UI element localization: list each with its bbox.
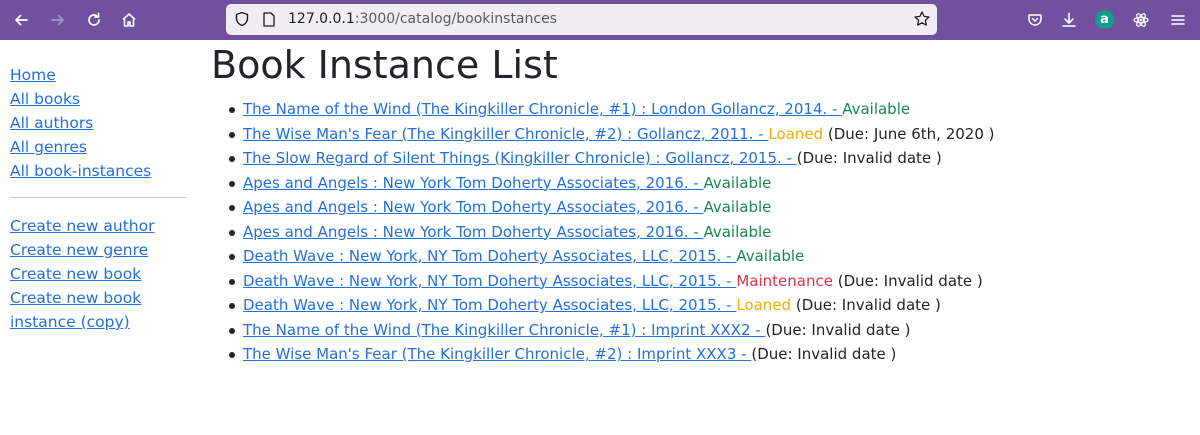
book-instance-link[interactable]: The Wise Man's Fear (The Kingkiller Chro… xyxy=(243,125,768,143)
forward-arrow-icon[interactable] xyxy=(44,6,72,34)
sidebar-divider xyxy=(10,197,187,198)
sidebar-link-all-authors[interactable]: All authors xyxy=(10,111,187,135)
book-instance-link[interactable]: Apes and Angels : New York Tom Doherty A… xyxy=(243,198,703,216)
book-instance-link[interactable]: The Name of the Wind (The Kingkiller Chr… xyxy=(243,321,765,339)
back-arrow-icon[interactable] xyxy=(7,6,35,34)
sidebar-link-create-genre[interactable]: Create new genre xyxy=(10,238,187,262)
due-date: (Due: Invalid date ) xyxy=(791,296,941,314)
list-item: Death Wave : New York, NY Tom Doherty As… xyxy=(229,293,995,318)
reload-icon[interactable] xyxy=(80,6,108,34)
status-maintenance: Maintenance xyxy=(736,271,833,290)
status-available: Available xyxy=(703,173,772,192)
sidebar-nav: Home All books All authors All genres Al… xyxy=(10,63,187,334)
status-available: Available xyxy=(703,198,772,216)
home-icon[interactable] xyxy=(115,6,143,34)
list-item: Apes and Angels : New York Tom Doherty A… xyxy=(229,171,995,196)
due-date: (Due: Invalid date ) xyxy=(765,320,911,339)
sidebar-link-all-book-instances[interactable]: All book-instances xyxy=(10,159,187,183)
sidebar-link-home[interactable]: Home xyxy=(10,63,187,87)
status-available: Available xyxy=(736,247,805,265)
book-instance-link[interactable]: Apes and Angels : New York Tom Doherty A… xyxy=(243,174,703,192)
list-item: Apes and Angels : New York Tom Doherty A… xyxy=(229,220,995,245)
page-icon xyxy=(263,12,275,27)
sidebar-link-create-author[interactable]: Create new author xyxy=(10,214,187,238)
status-loaned: Loaned xyxy=(736,296,792,314)
bookmark-star-icon[interactable] xyxy=(913,10,931,28)
account-avatar-icon[interactable]: a xyxy=(1095,10,1114,29)
book-instance-link[interactable]: The Wise Man's Fear (The Kingkiller Chro… xyxy=(243,345,751,363)
shield-icon[interactable] xyxy=(234,11,250,27)
page-title: Book Instance List xyxy=(211,43,558,87)
due-date: (Due: Invalid date ) xyxy=(832,271,983,290)
book-instance-link[interactable]: The Slow Regard of Silent Things (Kingki… xyxy=(243,149,797,167)
list-item: The Name of the Wind (The Kingkiller Chr… xyxy=(229,318,995,343)
react-devtools-icon[interactable] xyxy=(1127,6,1155,34)
url-text[interactable]: 127.0.0.1:3000/catalog/bookinstances xyxy=(288,11,557,27)
book-instance-link[interactable]: Death Wave : New York, NY Tom Doherty As… xyxy=(243,247,736,265)
list-item: Death Wave : New York, NY Tom Doherty As… xyxy=(229,244,995,269)
sidebar-link-all-books[interactable]: All books xyxy=(10,87,187,111)
list-item: Apes and Angels : New York Tom Doherty A… xyxy=(229,195,995,220)
due-date: (Due: Invalid date ) xyxy=(751,345,897,363)
book-instance-link[interactable]: The Name of the Wind (The Kingkiller Chr… xyxy=(243,100,842,118)
book-instance-link[interactable]: Apes and Angels : New York Tom Doherty A… xyxy=(243,223,703,241)
book-instance-list: The Name of the Wind (The Kingkiller Chr… xyxy=(229,97,995,367)
list-item: The Wise Man's Fear (The Kingkiller Chro… xyxy=(229,122,995,147)
list-item: Death Wave : New York, NY Tom Doherty As… xyxy=(229,269,995,294)
status-available: Available xyxy=(842,100,911,118)
due-date: (Due: Invalid date ) xyxy=(796,149,942,167)
browser-toolbar: 127.0.0.1:3000/catalog/bookinstances a xyxy=(0,0,1200,40)
pocket-icon[interactable] xyxy=(1021,6,1049,34)
list-item: The Wise Man's Fear (The Kingkiller Chro… xyxy=(229,342,995,367)
book-instance-link[interactable]: Death Wave : New York, NY Tom Doherty As… xyxy=(243,272,736,290)
menu-icon[interactable] xyxy=(1164,6,1192,34)
sidebar-link-all-genres[interactable]: All genres xyxy=(10,135,187,159)
list-item: The Slow Regard of Silent Things (Kingki… xyxy=(229,146,995,171)
sidebar-link-create-book-instance[interactable]: Create new book instance (copy) xyxy=(10,286,187,334)
address-bar[interactable]: 127.0.0.1:3000/catalog/bookinstances xyxy=(226,4,937,35)
due-date: (Due: June 6th, 2020 ) xyxy=(823,124,995,143)
download-icon[interactable] xyxy=(1055,6,1083,34)
book-instance-link[interactable]: Death Wave : New York, NY Tom Doherty As… xyxy=(243,296,736,314)
status-loaned: Loaned xyxy=(768,124,824,143)
list-item: The Name of the Wind (The Kingkiller Chr… xyxy=(229,97,995,122)
status-available: Available xyxy=(703,222,772,241)
sidebar-link-create-book[interactable]: Create new book xyxy=(10,262,187,286)
